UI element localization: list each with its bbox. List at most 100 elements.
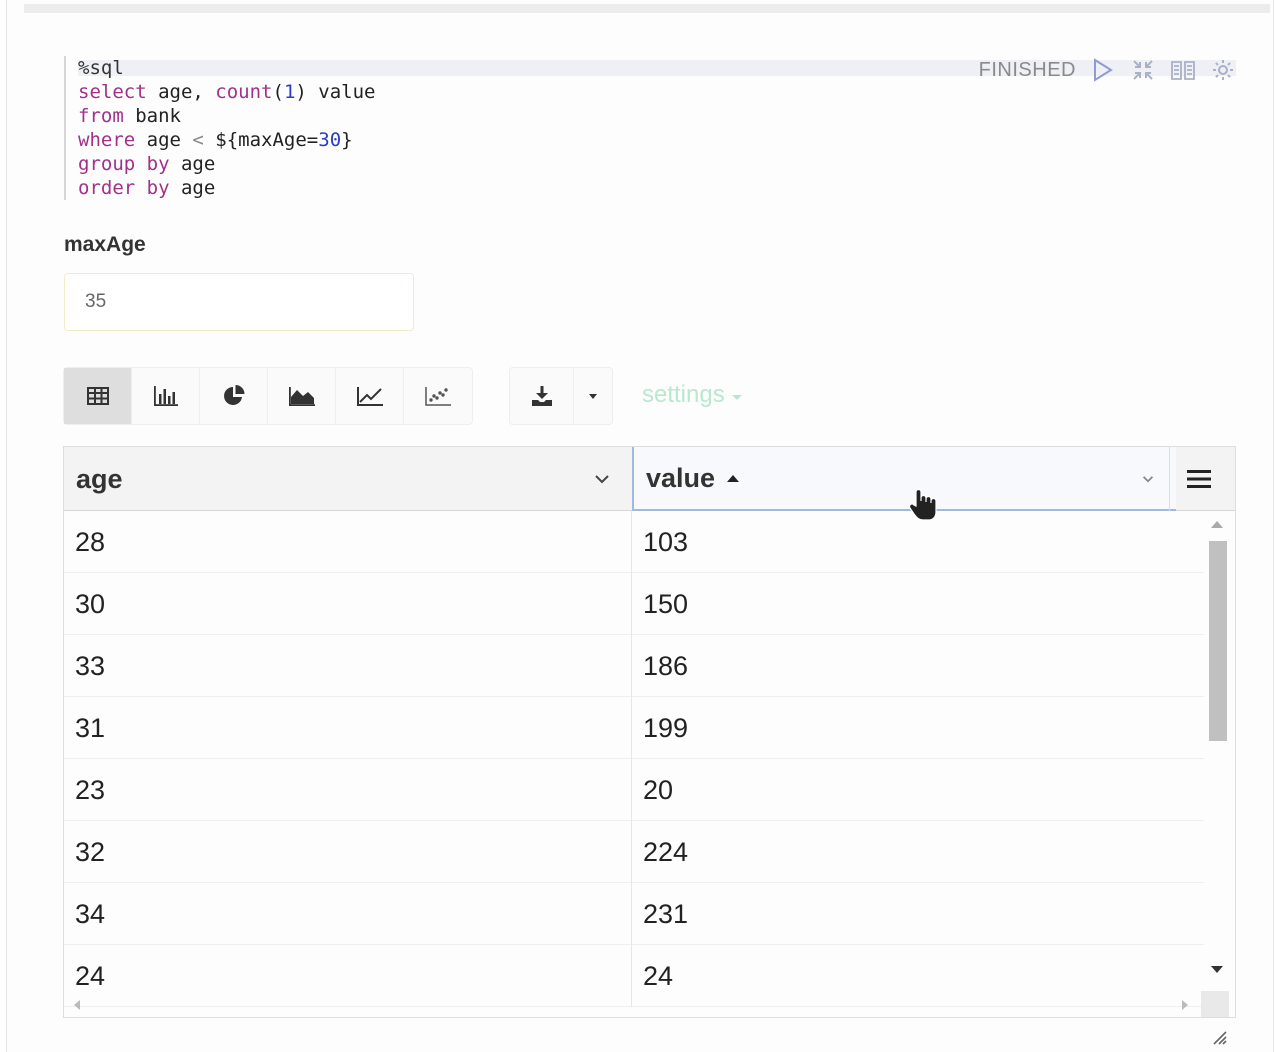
scroll-up-arrow-icon[interactable] (1210, 519, 1224, 529)
table-view-button[interactable] (64, 368, 132, 424)
cell-value: 224 (643, 836, 689, 867)
code-token: age, (146, 81, 216, 103)
code-token: from (78, 105, 124, 127)
code-token: bank (123, 105, 181, 127)
cell-value: 150 (643, 588, 689, 619)
code-token: order (78, 177, 136, 199)
paragraph-controls: FINISHED (979, 56, 1236, 84)
cell-value: 20 (643, 774, 674, 805)
column-menu-chevron-icon[interactable] (1138, 469, 1158, 489)
code-token: } (341, 129, 353, 151)
code-token: 30 (318, 129, 342, 151)
column-header-value[interactable]: value (632, 447, 1176, 511)
code-token: by (146, 153, 170, 175)
download-button[interactable] (510, 368, 574, 424)
cell-age: 31 (64, 697, 632, 759)
column-header-label: age (76, 463, 123, 494)
hand-cursor-icon (908, 488, 937, 521)
table-row[interactable]: 28 103 (64, 511, 1204, 573)
cell-age: 32 (64, 821, 632, 883)
code-token: 1 (283, 81, 296, 103)
line-chart-icon (356, 387, 383, 406)
caret-down-icon (732, 395, 743, 400)
horizontal-scrollbar[interactable] (64, 993, 1205, 1017)
sql-editor[interactable]: %sql select age, count(1) value from bank w… (64, 56, 404, 200)
cell-age: 34 (64, 883, 632, 945)
column-header-age[interactable]: age (64, 447, 632, 511)
table-row[interactable]: 33 186 (64, 635, 1204, 697)
maxage-input[interactable]: 35 (64, 273, 414, 331)
vertical-scroll-thumb[interactable] (1209, 541, 1227, 741)
code-token: select (78, 81, 147, 103)
scroll-left-arrow-icon[interactable] (72, 999, 82, 1011)
code-line: select age, count(1) value (78, 80, 404, 104)
scrollbar-corner (1201, 991, 1229, 1017)
table-row[interactable]: 23 20 (64, 759, 1204, 821)
download-icon (531, 386, 552, 406)
code-token: count (215, 81, 273, 103)
settings-toggle[interactable]: settings (642, 381, 743, 409)
code-token: where (78, 129, 136, 151)
code-token: age (135, 129, 193, 151)
bar-chart-icon (153, 386, 178, 406)
bar-chart-button[interactable] (132, 368, 200, 424)
scroll-right-arrow-icon[interactable] (1180, 999, 1190, 1011)
scatter-chart-icon (425, 387, 451, 406)
line-chart-button[interactable] (336, 368, 404, 424)
gear-icon[interactable] (1210, 57, 1236, 83)
grid-header: age value (64, 447, 1235, 511)
run-icon[interactable] (1090, 57, 1116, 83)
table-row[interactable]: 34 231 (64, 883, 1204, 945)
table-row[interactable]: 30 150 (64, 573, 1204, 635)
code-line: order by age (78, 176, 404, 200)
table-row[interactable]: 32 224 (64, 821, 1204, 883)
result-grid: age value 28 103 30 150 33 186 31 199 23 20 32 224 3… (63, 446, 1236, 1018)
code-token: age (169, 177, 216, 199)
vertical-scrollbar[interactable] (1205, 515, 1229, 987)
code-line: group by age (78, 152, 404, 176)
code-token: ) value (295, 81, 376, 103)
code-token: ${maxAge= (203, 129, 319, 151)
collapse-icon[interactable] (1130, 57, 1156, 83)
column-header-label: value (646, 462, 716, 493)
grid-menu-button[interactable] (1169, 447, 1227, 511)
code-token: < (192, 129, 204, 151)
pie-chart-button[interactable] (200, 368, 268, 424)
download-options-button[interactable] (574, 368, 612, 424)
cell-age: 33 (64, 635, 632, 697)
resize-handle-icon[interactable] (1210, 1028, 1228, 1046)
book-icon[interactable] (1170, 57, 1196, 83)
caret-down-icon (589, 394, 597, 399)
cell-age: 23 (64, 759, 632, 821)
table-row[interactable]: 31 199 (64, 697, 1204, 759)
cell-age: 30 (64, 573, 632, 635)
cell-value: 186 (643, 650, 689, 681)
settings-label: settings (642, 381, 725, 408)
code-token: group (78, 153, 136, 175)
hamburger-menu-icon (1186, 470, 1211, 488)
pie-chart-icon (223, 385, 244, 405)
paragraph-status: FINISHED (978, 58, 1076, 81)
download-toolbar (509, 367, 613, 425)
code-line: %sql (78, 56, 404, 80)
cell-value: 231 (643, 898, 689, 929)
table-icon (86, 387, 109, 405)
area-chart-button[interactable] (268, 368, 336, 424)
form-label-maxage: maxAge (64, 233, 146, 256)
area-chart-icon (288, 387, 315, 406)
code-line: where age < ${maxAge=30} (78, 128, 404, 152)
column-menu-chevron-icon[interactable] (592, 469, 612, 489)
code-token: by (146, 177, 170, 199)
code-line: from bank (78, 104, 404, 128)
paragraph-top-border (24, 4, 1270, 13)
code-token: %sql (78, 57, 124, 79)
scroll-down-arrow-icon[interactable] (1210, 965, 1224, 975)
scatter-chart-button[interactable] (404, 368, 472, 424)
grid-body: 28 103 30 150 33 186 31 199 23 20 32 224 34 231 24 24 (64, 511, 1204, 1007)
sort-ascending-icon (727, 475, 740, 482)
cell-value: 199 (643, 712, 689, 743)
code-token: ( (272, 81, 284, 103)
visualization-toolbar (63, 367, 473, 425)
